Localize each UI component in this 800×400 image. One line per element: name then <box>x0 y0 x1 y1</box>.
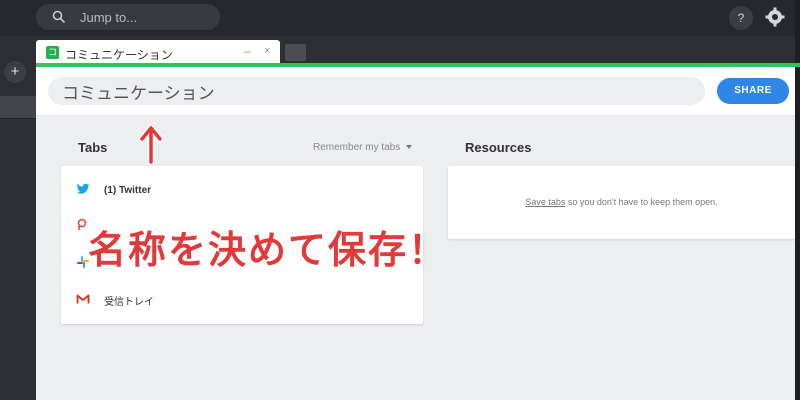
rail-selected-item[interactable] <box>0 96 36 118</box>
tab-item-gmail[interactable]: 受信トレイ <box>76 290 154 310</box>
panel-header: SHARE <box>36 67 795 116</box>
help-button[interactable]: ? <box>729 6 753 30</box>
resources-panel: Save tabs so you don't have to keep them… <box>448 166 795 239</box>
add-workspace-button[interactable]: + <box>4 61 26 83</box>
resources-title: Resources <box>465 140 532 155</box>
caret-down-icon <box>406 145 413 150</box>
save-tabs-link[interactable]: Save tabs <box>525 197 565 207</box>
gear-icon[interactable] <box>764 6 786 28</box>
workspace-badge-icon: コ <box>46 46 59 59</box>
minimize-button[interactable]: – <box>244 44 251 58</box>
annotation-arrow-icon <box>138 124 164 169</box>
rail-divider <box>0 118 36 119</box>
remember-tabs-label: Remember my tabs <box>313 142 401 153</box>
top-bar: Jump to... ? <box>0 0 800 36</box>
share-button[interactable]: SHARE <box>717 78 789 104</box>
left-rail <box>0 36 36 400</box>
twitter-icon <box>76 182 92 198</box>
workspace-name-input[interactable] <box>48 77 705 105</box>
remember-tabs-dropdown[interactable]: Remember my tabs <box>313 142 413 153</box>
gmail-icon <box>76 292 92 308</box>
tab-item-label: 受信トレイ <box>104 296 154 308</box>
jump-to-search[interactable]: Jump to... <box>36 4 220 30</box>
tab-item-label: (1) Twitter <box>104 184 152 196</box>
close-icon[interactable]: × <box>264 45 270 57</box>
resources-empty-text: Save tabs so you don't have to keep them… <box>448 197 795 207</box>
workspace-tab-title: コミュニケーション <box>65 48 173 62</box>
annotation-caption: 名称を決めて保存！ <box>88 228 449 272</box>
workspace-tab-collapsed[interactable] <box>285 44 306 61</box>
tab-item-twitter[interactable]: (1) Twitter <box>76 180 151 200</box>
tabs-title: Tabs <box>78 140 108 155</box>
search-placeholder: Jump to... <box>80 9 138 25</box>
resources-empty-message: so you don't have to keep them open. <box>565 197 718 207</box>
search-icon <box>52 10 66 24</box>
window-edge <box>795 0 800 400</box>
